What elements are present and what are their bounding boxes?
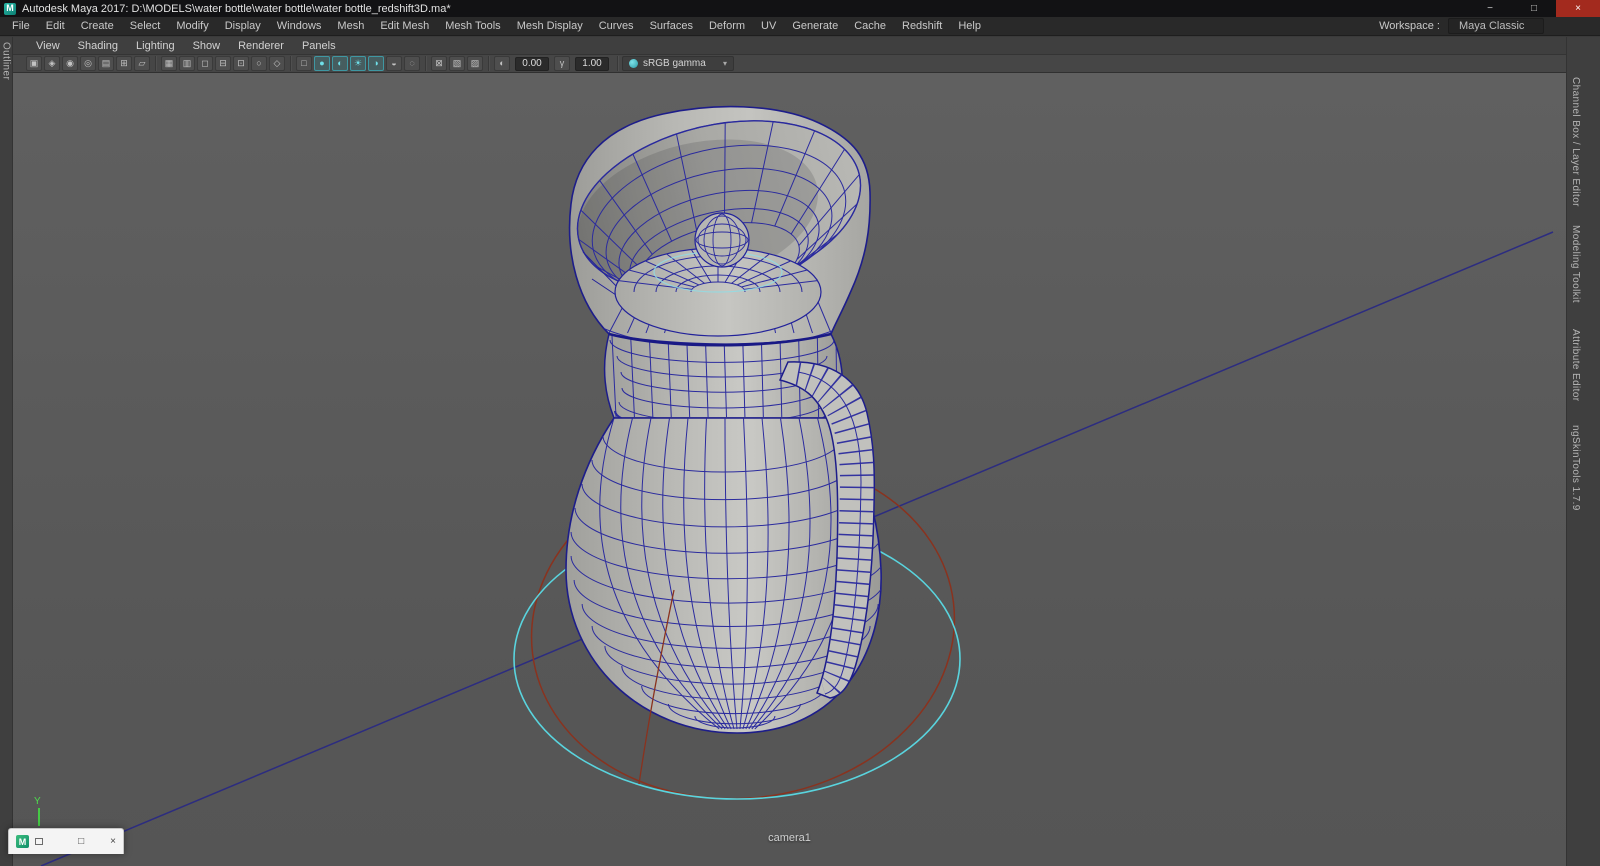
resolution-gate-icon[interactable]: ◻	[197, 56, 213, 71]
camera-name-label: camera1	[768, 832, 811, 844]
menu-redshift[interactable]: Redshift	[894, 17, 950, 35]
menu-mesh-display[interactable]: Mesh Display	[509, 17, 591, 35]
view-transform-value: sRGB gamma	[643, 58, 706, 69]
restore-icon[interactable]	[35, 838, 43, 845]
menu-uv[interactable]: UV	[753, 17, 784, 35]
panel-menu-renderer[interactable]: Renderer	[229, 37, 293, 54]
panel-column: ViewShadingLightingShowRendererPanels ▣◈…	[13, 37, 1566, 866]
x-ray-joints-icon[interactable]: ▨	[467, 56, 483, 71]
film-gate-icon[interactable]: ▥	[179, 56, 195, 71]
y-axis-line	[38, 808, 40, 826]
exposure-field[interactable]: 0.00	[515, 57, 549, 71]
gate-mask-icon[interactable]: ⊟	[215, 56, 231, 71]
y-axis-label: Y	[34, 796, 41, 807]
bookmarks-icon[interactable]: ◎	[80, 56, 96, 71]
menu-display[interactable]: Display	[217, 17, 269, 35]
grid-icon[interactable]: ▦	[161, 56, 177, 71]
toolbar-group-display-tools: ⊠▧▨	[426, 56, 489, 71]
mini-maximize-button[interactable]: □	[78, 837, 84, 847]
right-tab-channel-box-layer-editor[interactable]: Channel Box / Layer Editor	[1570, 77, 1581, 207]
menu-bar-items: FileEditCreateSelectModifyDisplayWindows…	[0, 17, 989, 35]
screen-space-ao-icon[interactable]: ◒	[386, 56, 402, 71]
viewport[interactable]: camera1 Y	[13, 73, 1566, 866]
viewport-toolbar: ▣◈◉◎▤⊞▱▦▥◻⊟⊡○◇□●◐☀◑◒◌⊠▧▨ ◐ 0.00 γ 1.00 s…	[13, 55, 1566, 73]
left-tab-outliner[interactable]: Outliner	[1, 42, 12, 80]
menu-mesh-tools[interactable]: Mesh Tools	[437, 17, 508, 35]
toolbar-group-shading-tools: □●◐☀◑◒◌	[291, 56, 426, 71]
2d-pan-zoom-icon[interactable]: ⊞	[116, 56, 132, 71]
field-chart-icon[interactable]: ⊡	[233, 56, 249, 71]
toolbar-group-gate-tools: ▦▥◻⊟⊡○◇	[156, 56, 291, 71]
menu-cache[interactable]: Cache	[846, 17, 894, 35]
maya-app-icon[interactable]: M	[4, 3, 16, 15]
window-title: Autodesk Maya 2017: D:\MODELS\water bott…	[22, 3, 1468, 15]
toolbar-group-camera-tools: ▣◈◉◎▤⊞▱	[21, 56, 156, 71]
x-ray-icon[interactable]: ▧	[449, 56, 465, 71]
menu-file[interactable]: File	[4, 17, 38, 35]
menu-edit[interactable]: Edit	[38, 17, 73, 35]
camera-attributes-icon[interactable]: ◉	[62, 56, 78, 71]
main-menu-bar: FileEditCreateSelectModifyDisplayWindows…	[0, 17, 1600, 36]
menu-windows[interactable]: Windows	[269, 17, 330, 35]
motion-blur-icon[interactable]: ◌	[404, 56, 420, 71]
panel-menu-show[interactable]: Show	[184, 37, 230, 54]
menu-curves[interactable]: Curves	[591, 17, 642, 35]
menu-create[interactable]: Create	[73, 17, 122, 35]
viewport-canvas[interactable]	[13, 73, 1566, 866]
lock-camera-icon[interactable]: ◈	[44, 56, 60, 71]
menu-deform[interactable]: Deform	[701, 17, 753, 35]
right-tab-ngskintools-1-7-9[interactable]: ngSkinTools 1.7.9	[1570, 425, 1581, 511]
workspace-selector: Workspace : Maya Classic	[1379, 18, 1544, 34]
maximize-button[interactable]: □	[1512, 0, 1556, 17]
workspace-label: Workspace :	[1379, 20, 1440, 32]
image-plane-icon[interactable]: ▤	[98, 56, 114, 71]
right-tab-strip: Channel Box / Layer Editor Modeling Toolk…	[1566, 37, 1600, 866]
toolbar-groups: ▣◈◉◎▤⊞▱▦▥◻⊟⊡○◇□●◐☀◑◒◌⊠▧▨	[21, 56, 489, 71]
menu-edit-mesh[interactable]: Edit Mesh	[372, 17, 437, 35]
menu-select[interactable]: Select	[122, 17, 169, 35]
left-tab-strip: Outliner	[0, 37, 13, 866]
title-bar: M Autodesk Maya 2017: D:\MODELS\water bo…	[0, 0, 1600, 17]
panel-menu-shading[interactable]: Shading	[69, 37, 127, 54]
workspace-value-dropdown[interactable]: Maya Classic	[1448, 18, 1544, 34]
maya-mini-logo-icon: M	[16, 835, 29, 848]
chevron-down-icon: ▾	[723, 59, 727, 68]
wireframe-mode-icon[interactable]: □	[296, 56, 312, 71]
gamma-toggle-icon[interactable]: γ	[554, 56, 570, 71]
mini-close-button[interactable]: ×	[110, 837, 116, 847]
exposure-toggle-icon[interactable]: ◐	[494, 56, 510, 71]
panel-menu-items: ViewShadingLightingShowRendererPanels	[23, 37, 345, 54]
close-button[interactable]: ×	[1556, 0, 1600, 17]
wireframe-model-water-bottle[interactable]	[560, 95, 885, 733]
safe-title-icon[interactable]: ◇	[269, 56, 285, 71]
safe-action-icon[interactable]: ○	[251, 56, 267, 71]
panel-menu-lighting[interactable]: Lighting	[127, 37, 184, 54]
panel-menu-bar: ViewShadingLightingShowRendererPanels	[13, 37, 1566, 55]
smooth-shade-mode-icon[interactable]: ●	[314, 56, 330, 71]
grease-pencil-icon[interactable]: ▱	[134, 56, 150, 71]
use-all-lights-icon[interactable]: ☀	[350, 56, 366, 71]
menu-help[interactable]: Help	[950, 17, 989, 35]
toolbar-group-color-management: ◐ 0.00 γ 1.00	[489, 56, 618, 71]
panel-menu-view[interactable]: View	[27, 37, 69, 54]
menu-surfaces[interactable]: Surfaces	[642, 17, 701, 35]
menu-mesh[interactable]: Mesh	[329, 17, 372, 35]
menu-modify[interactable]: Modify	[168, 17, 216, 35]
view-transform-dropdown[interactable]: sRGB gamma ▾	[622, 56, 734, 71]
minimize-button[interactable]: −	[1468, 0, 1512, 17]
textured-mode-icon[interactable]: ◐	[332, 56, 348, 71]
select-camera-icon[interactable]: ▣	[26, 56, 42, 71]
floating-mini-window[interactable]: M □ ×	[8, 828, 124, 854]
isolate-select-icon[interactable]: ⊠	[431, 56, 447, 71]
work-area: Outliner ViewShadingLightingShowRenderer…	[0, 37, 1600, 866]
color-management-icon	[629, 59, 638, 68]
right-tab-modeling-toolkit[interactable]: Modeling Toolkit	[1570, 225, 1581, 303]
shadows-icon[interactable]: ◑	[368, 56, 384, 71]
right-tab-attribute-editor[interactable]: Attribute Editor	[1570, 329, 1581, 402]
maya-window: M Autodesk Maya 2017: D:\MODELS\water bo…	[0, 0, 1600, 866]
gamma-field[interactable]: 1.00	[575, 57, 609, 71]
panel-menu-panels[interactable]: Panels	[293, 37, 345, 54]
menu-generate[interactable]: Generate	[784, 17, 846, 35]
